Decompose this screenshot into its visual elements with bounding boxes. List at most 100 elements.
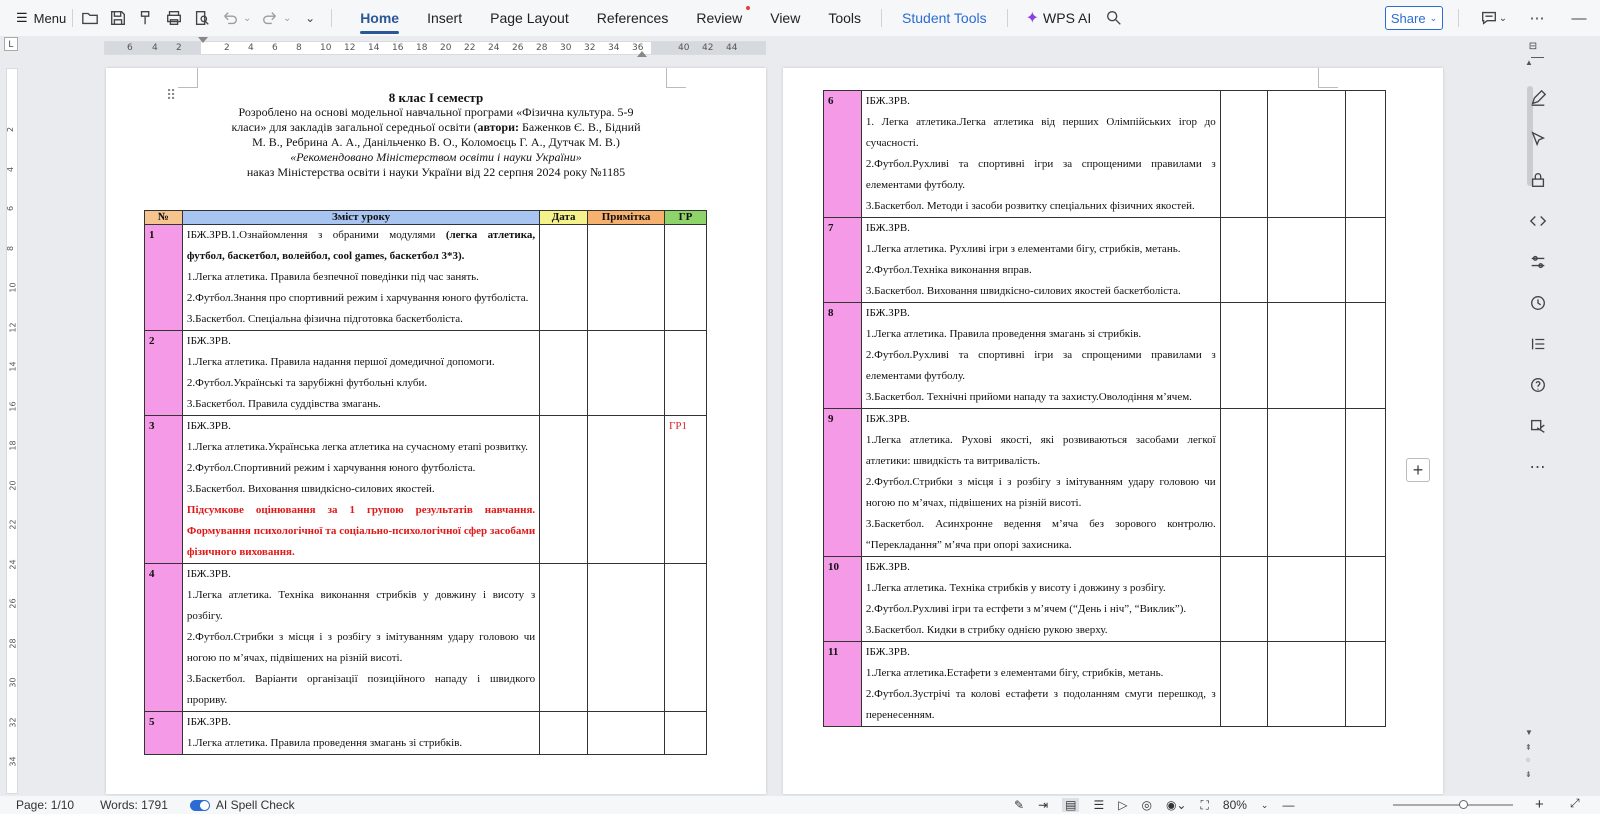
chevron-down-icon[interactable]: ⌄ <box>241 7 253 29</box>
lesson-number[interactable]: 2 <box>144 330 183 416</box>
tab-home[interactable]: Home <box>346 0 413 36</box>
lesson-date-cell[interactable] <box>1219 302 1269 409</box>
open-folder-icon[interactable] <box>79 7 101 29</box>
wps-ai-button[interactable]: ✦ WPS AI <box>1014 8 1104 28</box>
format-painter-icon[interactable] <box>135 7 157 29</box>
lesson-number[interactable]: 6 <box>823 90 862 218</box>
lesson-content[interactable]: ІБЖ.ЗРВ. 1.Легка атлетика. Техніка стрибк… <box>860 556 1221 642</box>
fullscreen-icon[interactable]: ⤢ <box>1570 796 1580 811</box>
lesson-content[interactable]: ІБЖ.ЗРВ. 1.Легка атлетика. Техніка викона… <box>181 563 541 712</box>
add-row-button[interactable]: + <box>1406 458 1430 482</box>
spell-check-toggle[interactable] <box>189 799 210 811</box>
right-indent-marker[interactable] <box>637 49 647 57</box>
select-cursor-icon[interactable] <box>1515 118 1560 159</box>
pen-icon[interactable] <box>1515 77 1560 118</box>
redo-icon[interactable] <box>259 7 281 29</box>
lesson-note-cell[interactable] <box>1267 408 1347 557</box>
lesson-content[interactable]: ІБЖ.ЗРВ. 1. Легка атлетика.Легка атлетика… <box>860 90 1221 218</box>
fit-window-icon[interactable]: ⛶ <box>1200 798 1208 813</box>
lesson-number[interactable]: 4 <box>144 563 183 712</box>
comment-icon[interactable] <box>1478 7 1500 29</box>
lesson-note-cell[interactable] <box>587 330 666 416</box>
lesson-number[interactable]: 3 <box>144 415 183 564</box>
outline-view-icon[interactable]: ☰ <box>1093 798 1104 812</box>
lesson-date-cell[interactable] <box>539 711 589 755</box>
lesson-content[interactable]: ІБЖ.ЗРВ. 1.Легка атлетика. Правила провед… <box>860 302 1221 409</box>
chevron-down-icon[interactable]: ⌄ <box>281 7 293 29</box>
share-button[interactable]: Share ⌄ <box>1385 6 1443 30</box>
lesson-number[interactable]: 8 <box>823 302 862 409</box>
lesson-gr-cell[interactable] <box>1345 217 1386 303</box>
search-icon[interactable] <box>1103 7 1125 29</box>
lesson-date-cell[interactable] <box>1219 556 1269 642</box>
lesson-date-cell[interactable] <box>539 224 589 331</box>
code-icon[interactable] <box>1515 200 1560 241</box>
chevron-down-icon[interactable]: ⌄ <box>1261 800 1269 811</box>
export-icon[interactable]: ⇥ <box>1038 798 1048 812</box>
lesson-number[interactable]: 10 <box>823 556 862 642</box>
lesson-note-cell[interactable] <box>1267 217 1347 303</box>
help-icon[interactable] <box>1515 364 1560 405</box>
minimize-panel-icon[interactable]: — <box>1515 36 1560 77</box>
lesson-content[interactable]: ІБЖ.ЗРВ. 1.Легка атлетика. Правила провед… <box>181 711 541 755</box>
zoom-level[interactable]: 80% <box>1223 798 1247 812</box>
lesson-gr-cell[interactable] <box>664 330 707 416</box>
eye-icon[interactable]: ◉⌄ <box>1166 798 1187 812</box>
menu-button[interactable]: ☰ Menu <box>16 10 66 26</box>
page-indicator[interactable]: Page: 1/10 <box>16 798 74 812</box>
lesson-note-cell[interactable] <box>1267 556 1347 642</box>
document-page-2[interactable]: 6 ІБЖ.ЗРВ. 1. Легка атлетика.Легка атлетик… <box>783 68 1443 794</box>
web-view-icon[interactable]: ◎ <box>1141 798 1151 812</box>
lesson-gr-cell[interactable]: ГР1 <box>664 415 707 564</box>
more-chevron-icon[interactable]: ⌄ <box>299 7 321 29</box>
lesson-date-cell[interactable] <box>539 330 589 416</box>
lesson-date-cell[interactable] <box>1219 641 1269 727</box>
tab-references[interactable]: References <box>583 0 683 36</box>
lesson-content[interactable]: ІБЖ.ЗРВ. 1.Легка атлетика.Українська легк… <box>181 415 541 564</box>
lesson-gr-cell[interactable] <box>664 224 707 331</box>
undo-icon[interactable] <box>219 7 241 29</box>
save-icon[interactable] <box>107 7 129 29</box>
tab-view[interactable]: View <box>756 0 814 36</box>
lesson-date-cell[interactable] <box>1219 90 1269 218</box>
lesson-date-cell[interactable] <box>539 415 589 564</box>
lesson-date-cell[interactable] <box>1219 217 1269 303</box>
lesson-note-cell[interactable] <box>587 711 666 755</box>
lesson-gr-cell[interactable] <box>664 563 707 712</box>
history-icon[interactable] <box>1515 282 1560 323</box>
lesson-note-cell[interactable] <box>587 415 666 564</box>
lesson-content[interactable]: ІБЖ.ЗРВ. 1.Легка атлетика. Рухливі ігри з… <box>860 217 1221 303</box>
lesson-number[interactable]: 1 <box>144 224 183 331</box>
document-page-1[interactable]: ⠿ 8 клас І семестр Розроблено на основі … <box>106 68 766 794</box>
lesson-date-cell[interactable] <box>539 563 589 712</box>
tab-stop-icon[interactable]: L <box>4 37 18 51</box>
tab-insert[interactable]: Insert <box>413 0 476 36</box>
tab-review[interactable]: Review <box>682 0 756 36</box>
lesson-gr-cell[interactable] <box>1345 408 1386 557</box>
lesson-gr-cell[interactable] <box>1345 90 1386 218</box>
translate-icon[interactable] <box>1515 405 1560 446</box>
lesson-date-cell[interactable] <box>1219 408 1269 557</box>
lock-icon[interactable] <box>1515 159 1560 200</box>
lesson-gr-cell[interactable] <box>1345 302 1386 409</box>
tab-student-tools[interactable]: Student Tools <box>888 0 1001 36</box>
lesson-note-cell[interactable] <box>1267 90 1347 218</box>
lesson-gr-cell[interactable] <box>1345 641 1386 727</box>
zoom-slider[interactable] <box>1393 800 1513 809</box>
lesson-content[interactable]: ІБЖ.ЗРВ. 1.Легка атлетика.Естафети з елем… <box>860 641 1221 727</box>
minimize-icon[interactable]: — <box>1568 7 1590 29</box>
sliders-icon[interactable] <box>1515 241 1560 282</box>
tab-tools[interactable]: Tools <box>814 0 875 36</box>
tab-page-layout[interactable]: Page Layout <box>476 0 583 36</box>
lesson-gr-cell[interactable] <box>664 711 707 755</box>
lesson-note-cell[interactable] <box>1267 641 1347 727</box>
zoom-in-icon[interactable]: + <box>1535 796 1544 813</box>
lesson-note-cell[interactable] <box>1267 302 1347 409</box>
lesson-note-cell[interactable] <box>587 224 666 331</box>
page-view-icon[interactable]: ▤ <box>1062 798 1080 812</box>
print-icon[interactable] <box>163 7 185 29</box>
lesson-content[interactable]: ІБЖ.ЗРВ. 1.Легка атлетика. Рухові якості,… <box>860 408 1221 557</box>
more-options-icon[interactable]: ⋯ <box>1515 446 1560 487</box>
zoom-slider-knob[interactable] <box>1459 800 1468 809</box>
lesson-number[interactable]: 9 <box>823 408 862 557</box>
